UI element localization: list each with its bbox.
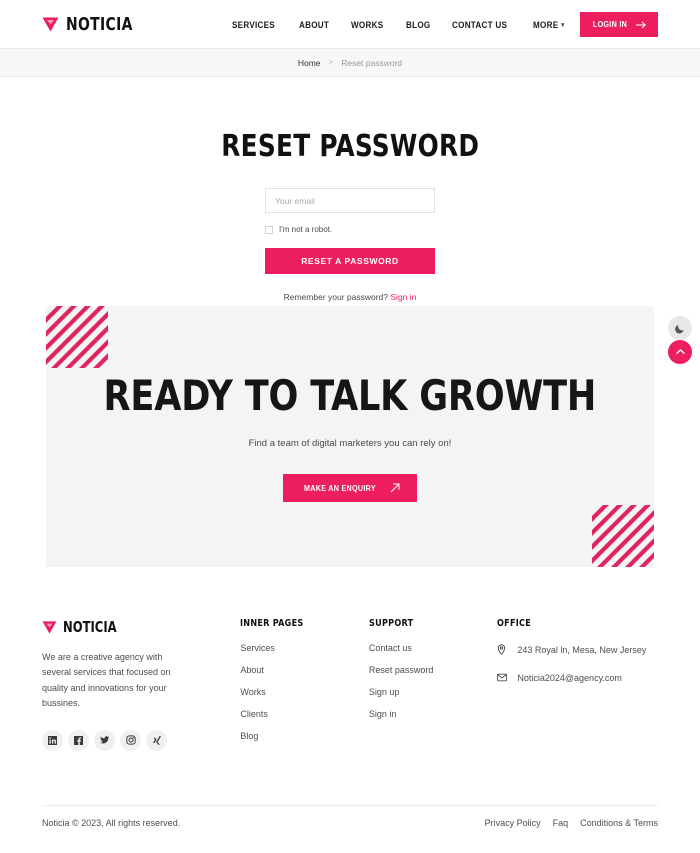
page-title: RESET PASSWORD: [220, 129, 480, 164]
triangle-down-icon: [42, 17, 59, 31]
footer-office-column: OFFICE 243 Royal ln, Mesa, New Jersey No…: [497, 618, 658, 753]
triangle-down-icon: [42, 620, 57, 634]
twitter-icon[interactable]: [94, 729, 115, 751]
footer-support-column: SUPPORT Contact us Reset password Sign u…: [369, 618, 497, 753]
breadcrumb-current: Reset password: [341, 57, 403, 68]
footer-legal-links: Privacy Policy Faq Conditions & Terms: [485, 818, 658, 828]
nav-label: SERVICES: [232, 19, 275, 30]
arrow-right-icon: [636, 21, 646, 28]
footer-link-works[interactable]: Works: [240, 687, 368, 697]
recaptcha-row: I'm not a robot.: [265, 225, 435, 234]
footer-link-reset-password[interactable]: Reset password: [369, 665, 497, 675]
xing-icon[interactable]: [146, 729, 167, 751]
robot-checkbox[interactable]: [265, 225, 273, 234]
nav-item-more[interactable]: MORE ▾: [533, 20, 565, 30]
office-address-row: 243 Royal ln, Mesa, New Jersey: [497, 643, 658, 659]
office-address: 243 Royal ln, Mesa, New Jersey: [517, 645, 647, 655]
chevron-down-icon: ▾: [560, 21, 565, 29]
facebook-icon[interactable]: [68, 729, 89, 751]
arrow-up-right-icon: [391, 483, 400, 493]
moon-icon: [674, 324, 684, 333]
sign-in-link[interactable]: Sign in: [390, 292, 416, 302]
footer-heading-support: SUPPORT: [368, 618, 414, 629]
cta-subtitle: Find a team of digital marketers you can…: [248, 438, 452, 449]
nav-label: ABOUT: [298, 19, 329, 30]
login-label: LOGIN IN: [592, 20, 628, 29]
nav-item-services[interactable]: SERVICES: [232, 20, 275, 30]
breadcrumb-home[interactable]: Home: [298, 58, 321, 68]
login-button[interactable]: LOGIN IN: [580, 12, 658, 37]
chevron-up-icon: [675, 349, 685, 355]
footer-columns: NOTICIA We are a creative agency with se…: [42, 618, 658, 753]
page-root: NOTICIA SERVICES ABOUT WORKS BLOG CONTAC…: [0, 0, 700, 853]
nav-label: BLOG: [406, 19, 431, 30]
theme-toggle-button[interactable]: [668, 316, 692, 340]
cta-content: READY TO TALK GROWTH Find a team of digi…: [46, 306, 654, 567]
cta-banner: READY TO TALK GROWTH Find a team of digi…: [46, 306, 654, 567]
nav-label: CONTACT US: [452, 19, 508, 30]
linkedin-icon[interactable]: [42, 729, 63, 751]
footer-heading-inner-pages: INNER PAGES: [240, 618, 304, 629]
nav-item-blog[interactable]: BLOG: [406, 20, 430, 30]
nav-label: WORKS: [351, 19, 384, 30]
envelope-icon: [497, 671, 508, 686]
reset-password-button[interactable]: RESET A PASSWORD: [265, 248, 435, 274]
footer-link-services[interactable]: Services: [240, 643, 368, 653]
logo-text: NOTICIA: [66, 13, 133, 35]
site-footer: NOTICIA We are a creative agency with se…: [0, 596, 700, 753]
remember-password-text: Remember your password? Sign in: [284, 292, 417, 302]
footer-link-conditions-terms[interactable]: Conditions & Terms: [580, 818, 658, 828]
footer-link-about[interactable]: About: [240, 665, 368, 675]
main-nav: SERVICES ABOUT WORKS BLOG CONTACT US MOR…: [232, 0, 568, 49]
office-email-row: Noticia2024@agency.com: [497, 671, 658, 686]
location-pin-icon: [497, 643, 508, 659]
footer-brand-column: NOTICIA We are a creative agency with se…: [42, 618, 240, 753]
footer-link-sign-up[interactable]: Sign up: [369, 687, 497, 697]
copyright-text: Noticia © 2023, All rights reserved.: [42, 818, 181, 828]
logo[interactable]: NOTICIA: [42, 14, 144, 35]
nav-item-about[interactable]: ABOUT: [299, 20, 329, 30]
footer-link-sign-in[interactable]: Sign in: [369, 709, 497, 719]
cta-button-label: MAKE AN ENQUIRY: [303, 483, 376, 493]
nav-item-works[interactable]: WORKS: [351, 20, 383, 30]
footer-link-privacy-policy[interactable]: Privacy Policy: [485, 818, 541, 828]
nav-item-contact-us[interactable]: CONTACT US: [452, 20, 507, 30]
robot-label: I'm not a robot.: [279, 225, 333, 234]
remember-label: Remember your password?: [283, 292, 389, 302]
reset-password-form: RESET PASSWORD I'm not a robot. RESET A …: [0, 77, 700, 302]
footer-link-faq[interactable]: Faq: [553, 818, 569, 828]
footer-inner-pages-column: INNER PAGES Services About Works Clients…: [240, 618, 368, 753]
instagram-icon[interactable]: [120, 729, 141, 751]
breadcrumb-separator-icon: >: [328, 58, 334, 67]
breadcrumb: Home > Reset password: [0, 49, 700, 77]
email-field[interactable]: [265, 188, 435, 213]
footer-link-contact-us[interactable]: Contact us: [369, 643, 497, 653]
social-links: [42, 729, 240, 751]
office-email[interactable]: Noticia2024@agency.com: [517, 671, 622, 686]
nav-label: MORE: [532, 19, 559, 30]
make-an-enquiry-button[interactable]: MAKE AN ENQUIRY: [282, 474, 418, 502]
site-header: NOTICIA SERVICES ABOUT WORKS BLOG CONTAC…: [0, 0, 700, 49]
footer-heading-office: OFFICE: [497, 618, 532, 629]
footer-logo[interactable]: NOTICIA: [42, 618, 240, 636]
footer-link-blog[interactable]: Blog: [240, 731, 368, 741]
scroll-to-top-button[interactable]: [668, 340, 692, 364]
footer-link-clients[interactable]: Clients: [240, 709, 368, 719]
footer-description: We are a creative agency with several se…: [42, 652, 171, 709]
footer-bottom-bar: Noticia © 2023, All rights reserved. Pri…: [42, 805, 658, 828]
cta-title: READY TO TALK GROWTH: [103, 371, 597, 420]
footer-logo-text: NOTICIA: [63, 618, 117, 636]
